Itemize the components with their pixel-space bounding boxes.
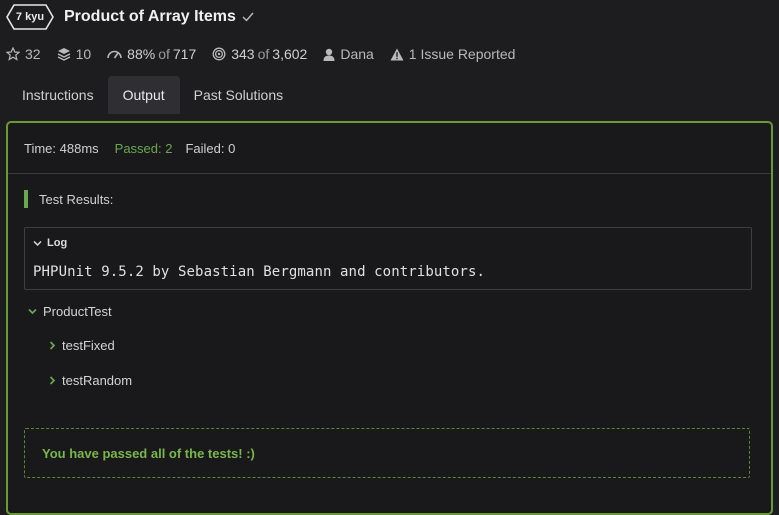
log-toggle[interactable]: Log xyxy=(33,237,67,249)
test-summary: Time: 488ms Passed: 2 Failed: 0 xyxy=(8,123,771,174)
success-message: You have passed all of the tests! :) xyxy=(24,428,750,478)
user-icon xyxy=(323,48,335,61)
test-item-label: testRandom xyxy=(62,373,133,388)
star-icon xyxy=(6,47,20,61)
chevron-right-icon xyxy=(49,341,56,350)
kata-tabs: Instructions Output Past Solutions xyxy=(8,76,297,114)
satisfaction-stat: 88% of 717 xyxy=(107,46,196,62)
passed-label: Passed: 2 xyxy=(114,140,173,156)
test-results-heading: Test Results: xyxy=(24,190,113,208)
checkmark-icon xyxy=(242,12,254,22)
target-icon xyxy=(212,47,226,61)
warning-icon xyxy=(390,48,404,60)
time-label: Time: 488ms xyxy=(24,140,99,156)
test-item-label: testFixed xyxy=(62,338,115,353)
tab-output[interactable]: Output xyxy=(107,76,180,114)
tab-instructions[interactable]: Instructions xyxy=(8,76,108,114)
chevron-down-icon xyxy=(33,240,42,246)
collections-count: 10 xyxy=(75,46,92,62)
kata-title[interactable]: Product of Array Items xyxy=(64,8,236,26)
log-label: Log xyxy=(47,237,68,249)
tab-past-solutions[interactable]: Past Solutions xyxy=(180,76,298,114)
chevron-down-icon xyxy=(28,308,37,315)
test-results-label: Test Results: xyxy=(39,191,114,207)
issues-stat[interactable]: 1 Issue Reported xyxy=(390,46,516,62)
kata-header: 7 kyu Product of Array Items xyxy=(6,3,254,31)
kyu-badge: 7 kyu xyxy=(6,4,54,30)
output-panel: Time: 488ms Passed: 2 Failed: 0 Test Res… xyxy=(6,121,773,515)
kyu-label: 7 kyu xyxy=(15,11,45,23)
stars-stat[interactable]: 32 xyxy=(6,46,41,62)
test-suite-label: ProductTest xyxy=(43,304,112,319)
chevron-right-icon xyxy=(49,376,56,385)
author-name: Dana xyxy=(340,46,374,62)
issues-text: 1 Issue Reported xyxy=(408,46,516,62)
satisfaction-icon xyxy=(107,50,122,59)
kata-stats: 32 10 88% of 717 343 of 3,602 Dana 1 Iss… xyxy=(6,44,531,64)
collections-stat[interactable]: 10 xyxy=(57,46,92,62)
satisfaction-of: of xyxy=(158,46,170,62)
completed-of: of xyxy=(257,46,270,62)
test-item-fixed[interactable]: testFixed xyxy=(49,338,115,353)
log-block: Log PHPUnit 9.5.2 by Sebastian Bergmann … xyxy=(24,227,752,290)
completed-total: 3,602 xyxy=(272,46,308,62)
stars-count: 32 xyxy=(25,46,41,62)
log-output: PHPUnit 9.5.2 by Sebastian Bergmann and … xyxy=(33,264,486,280)
author-stat[interactable]: Dana xyxy=(323,46,374,62)
satisfaction-percent: 88% xyxy=(127,46,156,62)
satisfaction-total: 717 xyxy=(172,46,197,62)
test-suite-item[interactable]: ProductTest xyxy=(28,304,112,319)
failed-label: Failed: 0 xyxy=(185,140,236,156)
test-item-random[interactable]: testRandom xyxy=(49,373,132,388)
completed-count: 343 xyxy=(231,46,255,62)
layers-icon xyxy=(57,48,70,61)
results-accent-bar xyxy=(24,190,28,208)
completed-stat: 343 of 3,602 xyxy=(212,46,307,62)
